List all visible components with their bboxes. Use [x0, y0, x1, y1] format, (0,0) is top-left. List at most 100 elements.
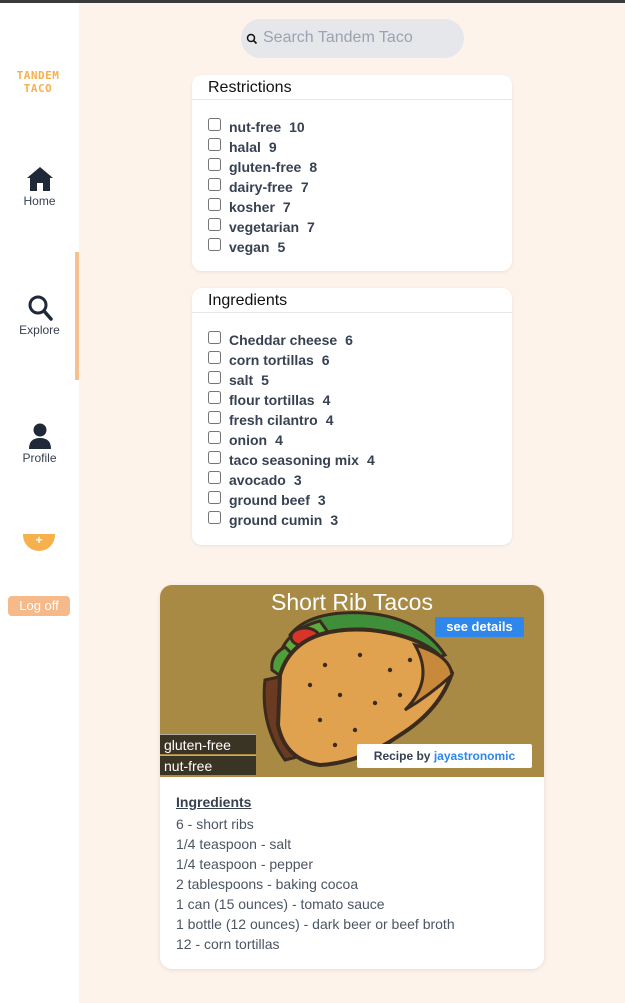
- checkbox[interactable]: [208, 351, 221, 364]
- author-prefix: Recipe by: [373, 749, 431, 763]
- add-recipe-button[interactable]: +: [23, 534, 55, 551]
- option-label[interactable]: Cheddar cheese: [229, 332, 337, 348]
- option-label[interactable]: vegetarian: [229, 219, 299, 235]
- sidebar-item-home[interactable]: Home: [0, 166, 79, 208]
- option-label[interactable]: flour tortillas: [229, 392, 315, 408]
- see-details-button[interactable]: see details: [435, 617, 524, 637]
- filter-option-cheddar-cheese: Cheddar cheese 6: [208, 330, 512, 350]
- filter-option-flour-tortillas: flour tortillas 4: [208, 390, 512, 410]
- option-label[interactable]: fresh cilantro: [229, 412, 318, 428]
- option-label[interactable]: kosher: [229, 199, 275, 215]
- filter-option-salt: salt 5: [208, 370, 512, 390]
- ingredient-item: 1/4 teaspoon - pepper: [176, 856, 313, 872]
- filter-option-ground-cumin: ground cumin 3: [208, 510, 512, 530]
- option-count: 4: [325, 412, 334, 428]
- search-input[interactable]: [263, 27, 453, 49]
- checkbox[interactable]: [208, 238, 221, 251]
- option-count: 7: [300, 179, 309, 195]
- filter-option-ground-beef: ground beef 3: [208, 490, 512, 510]
- option-count: 8: [309, 159, 318, 175]
- recipe-author: Recipe by jayastronomic: [357, 744, 532, 768]
- sidebar-item-label: Explore: [19, 323, 60, 337]
- option-count: 9: [268, 139, 277, 155]
- ingredients-filter-card: Ingredients Cheddar cheese 6 corn tortill…: [192, 288, 512, 545]
- option-label[interactable]: corn tortillas: [229, 352, 314, 368]
- checkbox[interactable]: [208, 451, 221, 464]
- recipe-card: Short Rib Tacos see details gluten-free …: [160, 585, 544, 969]
- option-label[interactable]: vegan: [229, 239, 269, 255]
- ingredient-item: 1 bottle (12 ounces) - dark beer or beef…: [176, 916, 455, 932]
- restrictions-title: Restrictions: [192, 75, 512, 100]
- checkbox[interactable]: [208, 431, 221, 444]
- ingredients-title: Ingredients: [192, 288, 512, 313]
- checkbox[interactable]: [208, 491, 221, 504]
- app-logo[interactable]: TANDEM TACO: [8, 69, 68, 95]
- option-count: 4: [366, 452, 375, 468]
- ingredient-item: 12 - corn tortillas: [176, 936, 280, 952]
- sidebar: TANDEM TACO Home Explore Profile + Log o…: [0, 3, 79, 1003]
- option-count: 5: [277, 239, 286, 255]
- ingredients-list: Cheddar cheese 6 corn tortillas 6 salt 5 fl…: [192, 313, 512, 530]
- filter-option-nut-free: nut-free 10: [208, 117, 512, 137]
- search-icon: [28, 295, 53, 321]
- restrictions-filter-card: Restrictions nut-free 10 halal 9 gluten-fr…: [192, 75, 512, 271]
- checkbox[interactable]: [208, 198, 221, 211]
- filter-option-taco-seasoning-mix: taco seasoning mix 4: [208, 450, 512, 470]
- checkbox[interactable]: [208, 158, 221, 171]
- window-top-border: [0, 0, 625, 3]
- sidebar-item-label: Profile: [22, 451, 57, 465]
- search-icon: [246, 33, 258, 45]
- user-icon: [28, 423, 51, 449]
- ingredient-list: 6 - short ribs 1/4 teaspoon - salt 1/4 t…: [176, 814, 526, 954]
- checkbox[interactable]: [208, 218, 221, 231]
- filter-option-halal: halal 9: [208, 137, 512, 157]
- option-label[interactable]: gluten-free: [229, 159, 301, 175]
- recipe-title[interactable]: Short Rib Tacos: [160, 589, 544, 616]
- checkbox[interactable]: [208, 178, 221, 191]
- checkbox[interactable]: [208, 411, 221, 424]
- filter-option-onion: onion 4: [208, 430, 512, 450]
- option-count: 5: [261, 372, 269, 388]
- checkbox[interactable]: [208, 511, 221, 524]
- checkbox[interactable]: [208, 391, 221, 404]
- filter-option-vegetarian: vegetarian 7: [208, 217, 512, 237]
- home-icon: [26, 167, 53, 191]
- checkbox[interactable]: [208, 138, 221, 151]
- option-count: 4: [322, 392, 331, 408]
- option-count: 6: [321, 352, 330, 368]
- checkbox[interactable]: [208, 118, 221, 131]
- option-count: 3: [293, 472, 302, 488]
- option-label[interactable]: avocado: [229, 472, 286, 488]
- option-label[interactable]: halal: [229, 139, 261, 155]
- search-bar[interactable]: [241, 19, 464, 58]
- checkbox[interactable]: [208, 371, 221, 384]
- checkbox[interactable]: [208, 471, 221, 484]
- filter-option-corn-tortillas: corn tortillas 6: [208, 350, 512, 370]
- option-label[interactable]: ground cumin: [229, 512, 322, 528]
- option-count: 7: [307, 219, 315, 235]
- logo-line-1: TANDEM: [16, 69, 60, 82]
- sidebar-item-explore[interactable]: Explore: [0, 295, 79, 337]
- option-count: 3: [317, 492, 326, 508]
- option-label[interactable]: salt: [229, 372, 253, 388]
- sidebar-item-profile[interactable]: Profile: [0, 423, 79, 465]
- ingredient-item: 2 tablespoons - baking cocoa: [176, 876, 359, 892]
- sidebar-item-label: Home: [23, 194, 56, 208]
- filter-option-dairy-free: dairy-free 7: [208, 177, 512, 197]
- option-label[interactable]: onion: [229, 432, 267, 448]
- logoff-button[interactable]: Log off: [8, 596, 70, 616]
- restriction-tag: gluten-free: [160, 734, 256, 754]
- option-label[interactable]: nut-free: [229, 119, 281, 135]
- filter-option-gluten-free: gluten-free 8: [208, 157, 512, 177]
- option-count: 4: [275, 432, 283, 448]
- option-label[interactable]: ground beef: [229, 492, 310, 508]
- option-count: 7: [282, 199, 291, 215]
- option-count: 6: [345, 332, 353, 348]
- author-link[interactable]: jayastronomic: [434, 749, 515, 763]
- filter-option-fresh-cilantro: fresh cilantro 4: [208, 410, 512, 430]
- option-label[interactable]: dairy-free: [229, 179, 293, 195]
- option-count: 3: [330, 512, 339, 528]
- option-label[interactable]: taco seasoning mix: [229, 452, 359, 468]
- ingredient-item: 6 - short ribs: [176, 816, 254, 832]
- checkbox[interactable]: [208, 331, 221, 344]
